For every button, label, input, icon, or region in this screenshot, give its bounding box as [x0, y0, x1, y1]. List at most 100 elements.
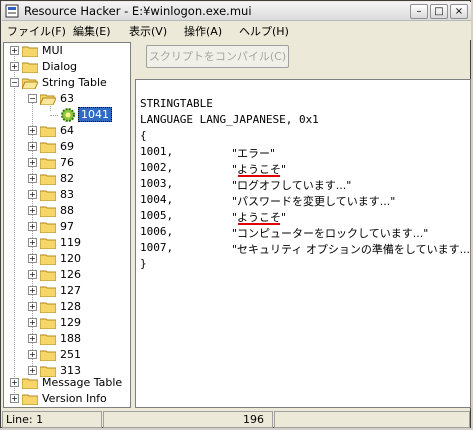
- tree-item-string-table[interactable]: − String Table: [4, 75, 130, 91]
- menu-action[interactable]: 操作(A): [184, 23, 222, 39]
- tree-item-126[interactable]: +126: [4, 267, 130, 283]
- script-editor[interactable]: STRINGTABLE LANGUAGE LANG_JAPANESE, 0x1 …: [135, 79, 471, 408]
- tree-item-1041[interactable]: 1041: [4, 107, 130, 123]
- tree-item-dialog[interactable]: + Dialog: [4, 59, 130, 75]
- tree-item-version-info[interactable]: + Version Info: [4, 391, 130, 407]
- tree-item-251[interactable]: +251: [4, 347, 130, 363]
- minimize-icon: –: [416, 6, 422, 17]
- expand-icon[interactable]: +: [28, 222, 37, 231]
- maximize-button[interactable]: □: [430, 4, 448, 19]
- folder-icon: [40, 222, 56, 233]
- folder-icon: [40, 318, 56, 329]
- tree-item-127[interactable]: +127: [4, 283, 130, 299]
- tree-item-label: 69: [60, 140, 74, 153]
- status-line: Line: 1: [2, 411, 102, 428]
- status-extra: [274, 411, 470, 428]
- tree-item-label: MUI: [42, 44, 63, 57]
- expand-icon[interactable]: +: [28, 334, 37, 343]
- tree-item-message-table[interactable]: + Message Table: [4, 375, 130, 391]
- tree-item-label: Dialog: [42, 60, 78, 73]
- compile-script-button[interactable]: スクリプトをコンパイル(C): [146, 45, 289, 68]
- collapse-icon[interactable]: −: [28, 94, 37, 103]
- folder-icon: [40, 350, 56, 361]
- expand-icon[interactable]: +: [28, 270, 37, 279]
- expand-icon[interactable]: +: [28, 190, 37, 199]
- tree-item-76[interactable]: +76: [4, 155, 130, 171]
- resource-hacker-icon: [5, 4, 19, 18]
- tree-item-83[interactable]: +83: [4, 187, 130, 203]
- expand-icon[interactable]: +: [28, 350, 37, 359]
- expand-icon[interactable]: +: [28, 286, 37, 295]
- tree-item-97[interactable]: +97: [4, 219, 130, 235]
- expand-icon[interactable]: +: [28, 174, 37, 183]
- tree-item-120[interactable]: +120: [4, 251, 130, 267]
- close-icon: ×: [454, 6, 464, 17]
- minimize-button[interactable]: –: [410, 4, 428, 19]
- string-id: 1007,: [140, 241, 174, 254]
- tree-item-label: 126: [60, 268, 81, 281]
- folder-icon: [22, 46, 38, 57]
- folder-icon: [40, 238, 56, 249]
- code-line: {: [140, 129, 147, 142]
- tree-item-label: 188: [60, 332, 81, 345]
- folder-icon: [40, 270, 56, 281]
- tree-item-label: 64: [60, 124, 74, 137]
- menu-help[interactable]: ヘルプ(H): [239, 23, 289, 39]
- string-id: 1002,: [140, 161, 174, 174]
- expand-icon[interactable]: +: [28, 318, 37, 327]
- tree-item-128[interactable]: +128: [4, 299, 130, 315]
- code-line: STRINGTABLE: [140, 97, 213, 110]
- open-folder-icon: [22, 78, 38, 89]
- string-value: "エラー": [232, 147, 276, 160]
- tree-item-64[interactable]: +64: [4, 123, 130, 139]
- tree-item-mui[interactable]: + MUI: [4, 43, 130, 59]
- expand-icon[interactable]: +: [28, 302, 37, 311]
- expand-icon[interactable]: +: [10, 394, 19, 403]
- folder-icon: [40, 190, 56, 201]
- string-id: 1003,: [140, 177, 174, 190]
- tree-item-82[interactable]: +82: [4, 171, 130, 187]
- expand-icon[interactable]: +: [10, 378, 19, 387]
- tree-item-119[interactable]: +119: [4, 235, 130, 251]
- expand-icon[interactable]: +: [10, 46, 19, 55]
- expand-icon[interactable]: +: [10, 62, 19, 71]
- tree-item-label: 82: [60, 172, 74, 185]
- string-value: "パスワードを変更しています...": [232, 195, 396, 208]
- resource-tree[interactable]: + MUI + Dialog − String Table − 63 1041 …: [3, 42, 131, 408]
- string-id: 1004,: [140, 193, 174, 206]
- tree-item-129[interactable]: +129: [4, 315, 130, 331]
- menu-file[interactable]: ファイル(F): [7, 23, 66, 39]
- tree-item-label: 63: [60, 92, 74, 105]
- tree-item-88[interactable]: +88: [4, 203, 130, 219]
- close-button[interactable]: ×: [450, 4, 468, 19]
- expand-icon[interactable]: +: [28, 254, 37, 263]
- tree-item-label: 88: [60, 204, 74, 217]
- folder-icon: [22, 62, 38, 73]
- tree-item-63[interactable]: − 63: [4, 91, 130, 107]
- tree-item-label: Version Info: [42, 392, 107, 405]
- menu-edit[interactable]: 編集(E): [73, 23, 111, 39]
- folder-icon: [40, 174, 56, 185]
- expand-icon[interactable]: +: [28, 158, 37, 167]
- expand-icon[interactable]: +: [28, 238, 37, 247]
- menu-view[interactable]: 表示(V): [129, 23, 167, 39]
- tree-item-label: 128: [60, 300, 81, 313]
- main-window: Resource Hacker - E:¥winlogon.exe.mui – …: [0, 0, 471, 428]
- tree-item-69[interactable]: +69: [4, 139, 130, 155]
- string-id: 1005,: [140, 209, 174, 222]
- expand-icon[interactable]: +: [28, 142, 37, 151]
- tree-item-188[interactable]: +188: [4, 331, 130, 347]
- tree-item-label: Message Table: [42, 376, 123, 389]
- tree-item-label-selected: 1041: [78, 107, 112, 122]
- string-id: 1001,: [140, 145, 174, 158]
- expand-icon[interactable]: +: [28, 126, 37, 135]
- folder-icon: [40, 334, 56, 345]
- expand-icon[interactable]: +: [28, 366, 37, 375]
- string-id: 1006,: [140, 225, 174, 238]
- title-bar[interactable]: Resource Hacker - E:¥winlogon.exe.mui – …: [2, 2, 471, 21]
- tree-item-label: 251: [60, 348, 81, 361]
- expand-icon[interactable]: +: [28, 206, 37, 215]
- tree-item-label: 76: [60, 156, 74, 169]
- code-line: LANGUAGE LANG_JAPANESE, 0x1: [140, 113, 319, 126]
- collapse-icon[interactable]: −: [10, 78, 19, 87]
